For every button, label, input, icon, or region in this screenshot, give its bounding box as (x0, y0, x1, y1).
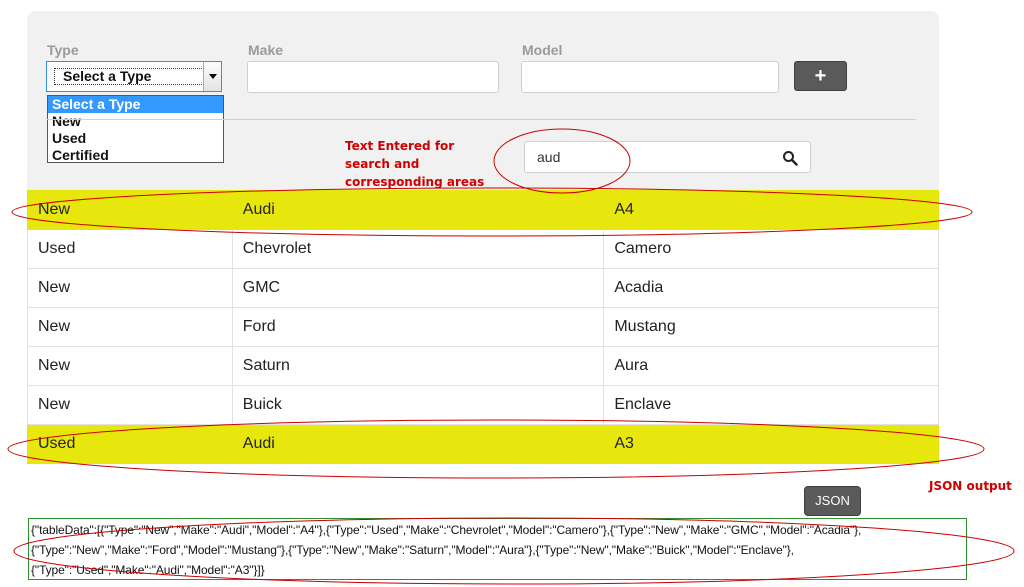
table-cell-make: Saturn (231, 346, 605, 386)
table-cell-type: New (27, 268, 233, 308)
table-row: New Audi A4 (27, 190, 939, 230)
table-cell-type: Used (27, 424, 233, 464)
type-label: Type (47, 42, 79, 58)
table-row: New Saturn Aura (27, 346, 939, 386)
chevron-down-icon[interactable] (203, 62, 221, 91)
table-cell-model: Acadia (603, 268, 939, 308)
type-option[interactable]: Select a Type (48, 96, 223, 113)
table-cell-type: New (27, 385, 233, 425)
model-input[interactable] (521, 61, 779, 93)
table-cell-make: Audi (231, 190, 605, 230)
search-box[interactable]: aud (524, 141, 811, 173)
type-select[interactable]: Select a Type (46, 61, 222, 92)
table-cell-type: New (27, 190, 233, 230)
table-cell-model: A3 (603, 424, 939, 464)
json-button[interactable]: JSON (804, 486, 861, 516)
table-cell-type: New (27, 307, 233, 347)
search-input[interactable]: aud (537, 149, 560, 165)
json-annotation: JSON output (929, 479, 1012, 493)
type-dropdown: Select a Type New Used Certified (47, 95, 224, 163)
table-cell-type: New (27, 346, 233, 386)
table-row: Used Audi A3 (27, 424, 939, 464)
search-icon[interactable] (782, 150, 798, 166)
table-cell-make: Audi (231, 424, 605, 464)
table-row: New Buick Enclave (27, 385, 939, 425)
table-cell-make: Chevrolet (231, 229, 605, 269)
table-cell-model: Mustang (603, 307, 939, 347)
make-input[interactable] (247, 61, 499, 93)
type-select-value: Select a Type (54, 68, 206, 85)
type-option[interactable]: New (48, 113, 223, 130)
results-table: New Audi A4 Used Chevrolet Camero New GMC Acadia… (27, 190, 939, 464)
table-cell-model: Enclave (603, 385, 939, 425)
table-cell-model: A4 (603, 190, 939, 230)
table-cell-model: Aura (603, 346, 939, 386)
table-cell-make: GMC (231, 268, 605, 308)
table-row: Used Chevrolet Camero (27, 229, 939, 269)
table-row: New GMC Acadia (27, 268, 939, 308)
type-option[interactable]: Used (48, 130, 223, 147)
divider (47, 119, 916, 120)
make-label: Make (248, 42, 284, 58)
json-output: {"tableData":[{"Type":"New","Make":"Audi… (28, 518, 967, 580)
table-cell-make: Ford (231, 307, 605, 347)
table-cell-type: Used (27, 229, 233, 269)
add-button[interactable]: + (794, 61, 847, 91)
table-cell-make: Buick (231, 385, 605, 425)
model-label: Model (522, 42, 563, 58)
table-row: New Ford Mustang (27, 307, 939, 347)
type-option[interactable]: Certified (48, 147, 223, 164)
table-cell-model: Camero (603, 229, 939, 269)
